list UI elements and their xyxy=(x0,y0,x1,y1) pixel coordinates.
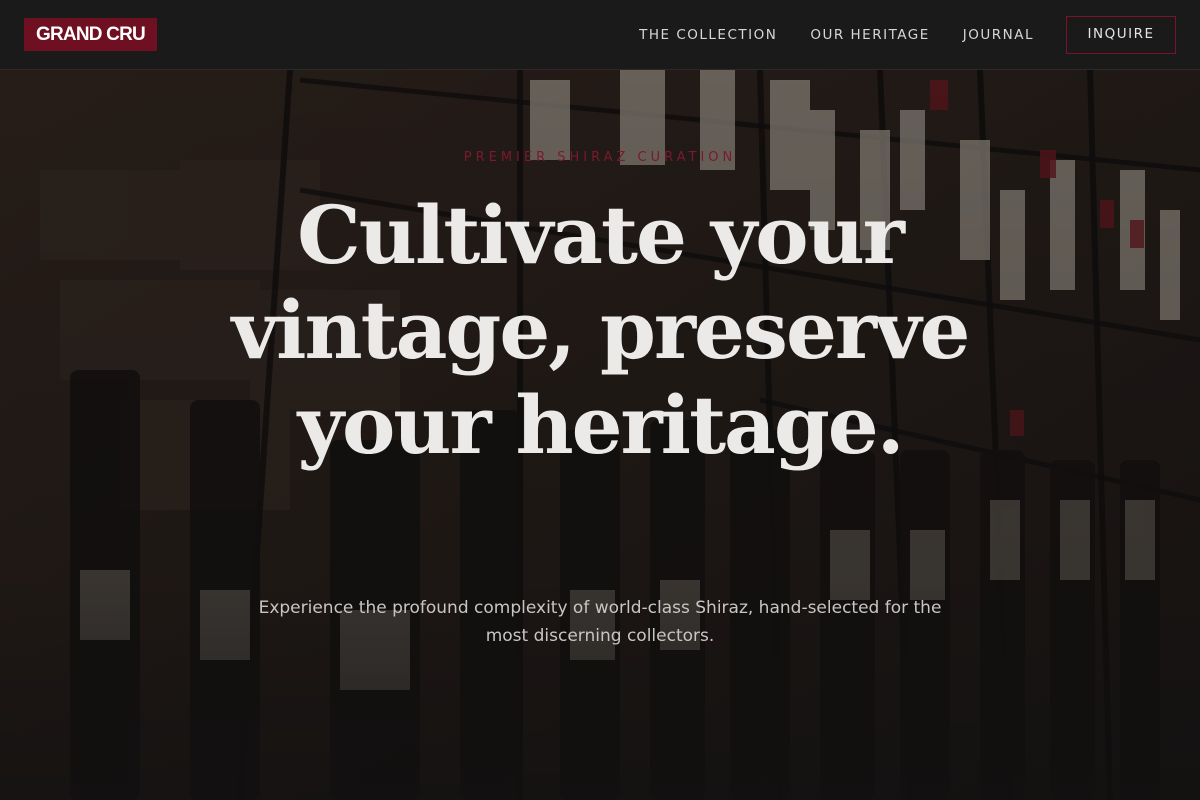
hero-eyebrow: PREMIER SHIRAZ CURATION xyxy=(463,150,737,165)
nav-link-collection[interactable]: THE COLLECTION xyxy=(639,27,777,43)
hero-section: PREMIER SHIRAZ CURATION Cultivate your v… xyxy=(0,70,1200,800)
hero-headline: Cultivate your vintage, preserve your he… xyxy=(231,188,971,472)
logo[interactable]: GRAND CRU xyxy=(24,18,157,51)
hero-content: PREMIER SHIRAZ CURATION Cultivate your v… xyxy=(0,70,1200,800)
hero-subtext: Experience the profound complexity of wo… xyxy=(258,598,942,646)
nav-link-heritage[interactable]: OUR HERITAGE xyxy=(810,27,929,43)
main-nav: THE COLLECTION OUR HERITAGE JOURNAL INQU… xyxy=(639,0,1176,70)
site-header: GRAND CRU THE COLLECTION OUR HERITAGE JO… xyxy=(0,0,1200,70)
nav-link-journal[interactable]: JOURNAL xyxy=(963,27,1034,43)
inquire-button[interactable]: INQUIRE xyxy=(1066,16,1176,54)
